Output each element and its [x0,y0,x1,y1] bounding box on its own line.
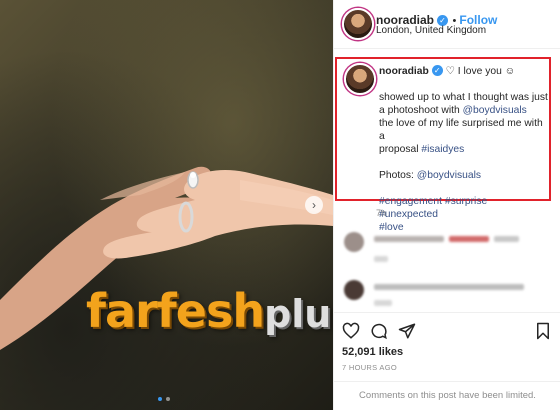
carousel-dot [166,397,170,401]
carousel-dot [158,397,162,401]
comment-avatar-blurred [344,232,364,252]
chevron-right-icon[interactable]: › [305,196,323,214]
location-link[interactable]: London, United Kingdom [376,25,486,36]
comment-blurred [374,300,392,306]
caption-timestamp: 7h [376,208,387,218]
likes-count[interactable]: 52,091 likes [342,346,403,358]
heart-icon[interactable] [342,322,360,340]
share-icon[interactable] [398,322,416,340]
comment-blurred [494,236,519,242]
caption-highlight-box: nooradiab ✓ ♡ I love you ☺ showed up to w… [335,57,551,233]
comment-blurred [449,236,489,242]
caption: nooradiab ✓ ♡ I love you ☺ showed up to w… [379,65,549,234]
caption-line: showed up to what I thought was just [379,92,548,103]
hashtags-line[interactable]: #engagement #surprise #unexpected [379,195,549,221]
avatar[interactable] [344,63,376,95]
comment-avatar-blurred [344,280,364,300]
caption-line: proposal [379,144,422,155]
mention-link[interactable]: @boydvisuals [463,105,527,116]
hashtag-link[interactable]: #isaidyes [421,144,464,155]
engagement-photo-hands [0,166,333,350]
bookmark-icon[interactable] [534,322,552,340]
comment-blurred [374,284,524,290]
comment-icon[interactable] [370,322,388,340]
hashtags-line[interactable]: #love [379,221,549,234]
post-sidebar: nooradiab ✓ • Follow London, United Kingd… [333,0,560,410]
farfesh-watermark: farfeshplus.com [86,284,333,338]
post-header: nooradiab ✓ • Follow London, United Kingd… [334,0,560,49]
verified-badge-icon: ✓ [431,65,443,76]
action-bar [334,312,560,349]
avatar[interactable] [342,8,374,40]
comment-blurred [374,256,388,262]
watermark-main: farfesh [86,284,265,338]
post-timestamp: 7 HOURS AGO [342,363,397,372]
mention-link[interactable]: @boydvisuals [417,170,481,181]
comment-blurred [374,236,444,242]
caption-line: a photoshoot with [379,105,463,116]
photos-credit-label: Photos: [379,170,417,181]
caption-first-line: ♡ I love you ☺ [445,66,516,77]
caption-username[interactable]: nooradiab [379,66,429,77]
caption-line: the love of my life surprised me with a [379,118,543,142]
comments-limited-notice: Comments on this post have been limited. [334,381,560,411]
watermark-plus: plus.com [264,292,333,336]
carousel-dots [158,397,170,401]
post-photo[interactable]: farfeshplus.com › [0,0,333,410]
